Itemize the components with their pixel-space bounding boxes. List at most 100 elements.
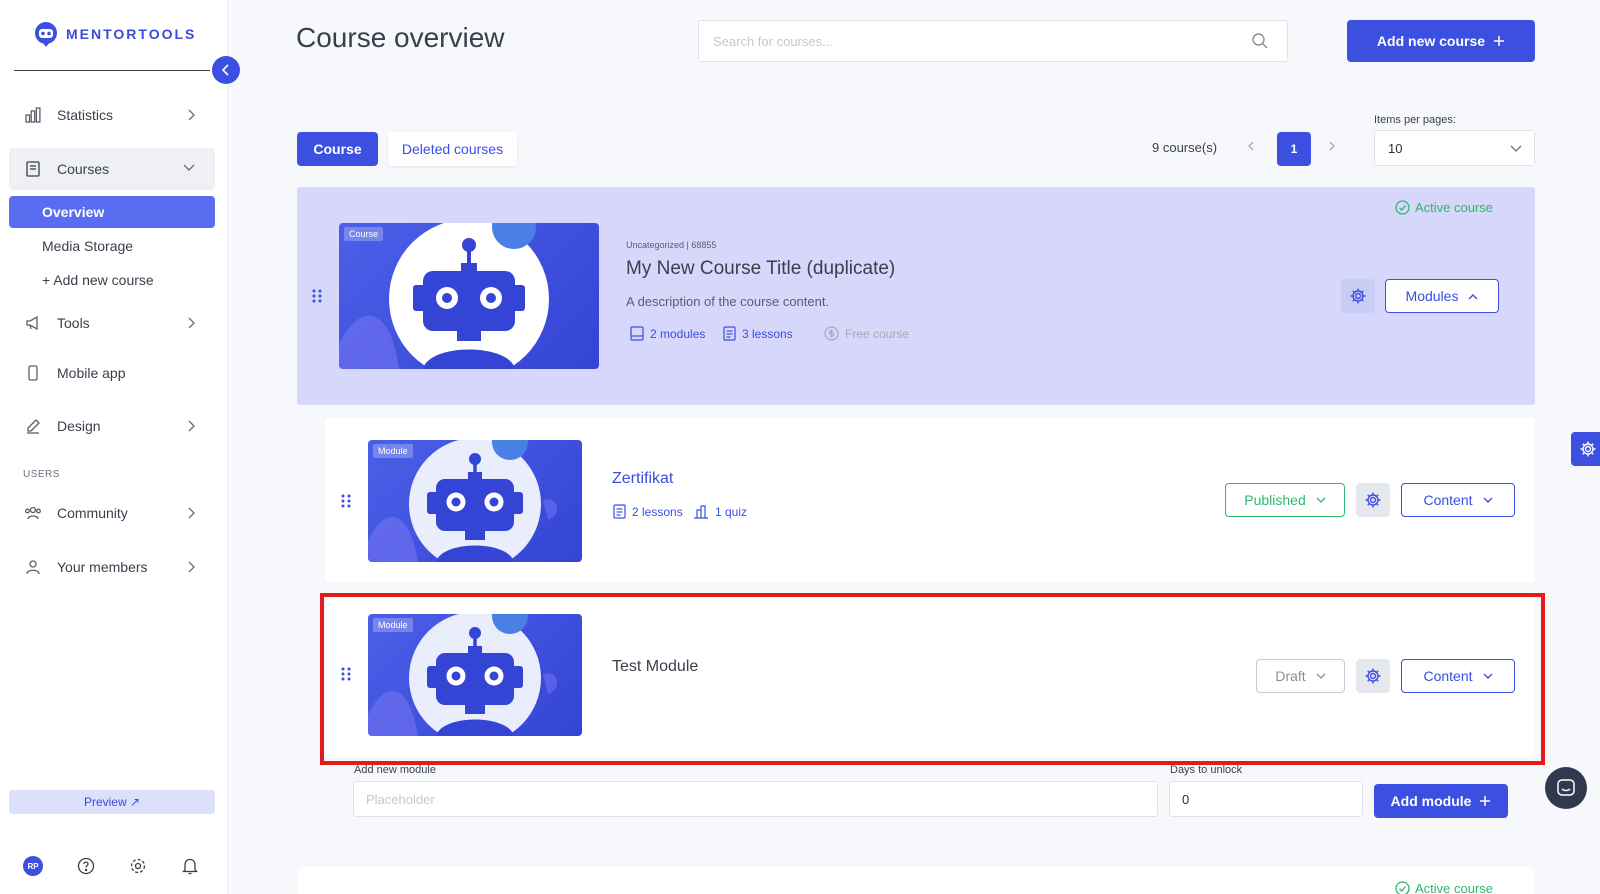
sidebar-item-mobile-app[interactable]: Mobile app bbox=[9, 352, 215, 394]
lessons-count-label: 2 lessons bbox=[632, 504, 683, 519]
check-circle-icon bbox=[1395, 200, 1410, 215]
add-new-course-button[interactable]: Add new course bbox=[1347, 20, 1535, 62]
lesson-icon bbox=[613, 504, 626, 519]
settings-gear-icon[interactable] bbox=[126, 854, 150, 878]
items-per-page-select[interactable]: 10 bbox=[1374, 130, 1535, 166]
side-settings-button[interactable] bbox=[1571, 432, 1600, 466]
module-content-button[interactable]: Content bbox=[1401, 483, 1515, 517]
sidebar-item-label: Statistics bbox=[57, 107, 114, 123]
module-settings-button[interactable] bbox=[1356, 659, 1390, 693]
chevron-down-icon bbox=[1316, 497, 1326, 504]
sidebar-item-statistics[interactable]: Statistics bbox=[9, 94, 215, 136]
thumbnail-tag: Module bbox=[373, 444, 413, 458]
active-course-status: Active course bbox=[1395, 881, 1493, 894]
search-icon[interactable] bbox=[1251, 32, 1269, 50]
course-settings-button[interactable] bbox=[1341, 279, 1375, 313]
module-icon bbox=[630, 326, 644, 341]
active-course-status: Active course bbox=[1395, 200, 1493, 215]
module-title[interactable]: Test Module bbox=[612, 658, 698, 676]
drag-handle-icon[interactable] bbox=[341, 494, 351, 508]
course-title[interactable]: My New Course Title (duplicate) bbox=[626, 258, 895, 280]
add-module-button[interactable]: Add module bbox=[1374, 784, 1508, 818]
pagination-page-1[interactable]: 1 bbox=[1277, 132, 1311, 166]
module-quiz-count[interactable]: 1 quiz bbox=[693, 504, 747, 519]
chevron-down-icon bbox=[1510, 145, 1522, 153]
sidebar-item-your-members[interactable]: Your members bbox=[9, 546, 215, 588]
thumbnail-tag: Module bbox=[373, 618, 413, 632]
pagination-next-icon[interactable] bbox=[1329, 141, 1335, 151]
smartphone-icon bbox=[23, 365, 43, 381]
course-count: 9 course(s) bbox=[1152, 140, 1218, 155]
drag-handle-icon[interactable] bbox=[341, 667, 351, 681]
sidebar: MENTORTOOLS Statistics Courses Overview … bbox=[0, 0, 228, 894]
module-card-zertifikat: Module Zertifikat 2 lessons 1 quiz Publi… bbox=[325, 418, 1535, 582]
content-button-label: Content bbox=[1423, 492, 1473, 508]
course-lessons-count[interactable]: 3 lessons bbox=[723, 326, 793, 341]
modules-toggle-button[interactable]: Modules bbox=[1385, 279, 1499, 313]
course-modules-count[interactable]: 2 modules bbox=[630, 326, 705, 341]
section-label-users: USERS bbox=[23, 469, 60, 480]
chevron-up-icon bbox=[1468, 293, 1478, 300]
brand-name: MENTORTOOLS bbox=[66, 26, 197, 42]
quiz-count-label: 1 quiz bbox=[715, 504, 748, 519]
pagination-prev-icon[interactable] bbox=[1248, 141, 1254, 151]
bar-chart-icon bbox=[23, 107, 43, 123]
thumbnail-tag: Course bbox=[344, 227, 384, 241]
chevron-down-icon bbox=[1316, 673, 1326, 680]
chevron-down-icon bbox=[183, 163, 195, 171]
page-title: Course overview bbox=[296, 22, 505, 53]
search-input[interactable] bbox=[699, 21, 1287, 61]
avatar-initials: RP bbox=[23, 856, 43, 876]
users-icon bbox=[23, 505, 43, 521]
module-title[interactable]: Zertifikat bbox=[612, 470, 673, 488]
status-label: Draft bbox=[1275, 668, 1306, 684]
book-icon bbox=[23, 161, 43, 177]
module-thumbnail[interactable]: Module bbox=[368, 440, 582, 562]
help-icon[interactable] bbox=[74, 854, 98, 878]
divider bbox=[14, 70, 210, 71]
sidebar-item-tools[interactable]: Tools bbox=[9, 302, 215, 344]
status-label: Published bbox=[1244, 492, 1306, 508]
chat-button[interactable] bbox=[1545, 767, 1587, 809]
module-status-dropdown[interactable]: Draft bbox=[1256, 659, 1345, 693]
brand-logo[interactable]: MENTORTOOLS bbox=[32, 20, 196, 48]
price-label: Free course bbox=[845, 326, 910, 341]
collapse-sidebar-button[interactable] bbox=[212, 56, 240, 84]
sidebar-item-courses[interactable]: Courses bbox=[9, 148, 215, 190]
coin-icon bbox=[824, 326, 839, 341]
course-thumbnail[interactable]: Course bbox=[339, 223, 599, 369]
gear-icon bbox=[1364, 491, 1382, 509]
module-settings-button[interactable] bbox=[1356, 483, 1390, 517]
course-category-id: Uncategorized | 68855 bbox=[626, 240, 717, 250]
sidebar-sub-media-storage[interactable]: Media Storage bbox=[9, 230, 215, 262]
chevron-right-icon bbox=[187, 317, 195, 329]
items-per-page-label: Items per pages: bbox=[1374, 114, 1456, 126]
module-thumbnail[interactable]: Module bbox=[368, 614, 582, 736]
bell-icon[interactable] bbox=[178, 854, 202, 878]
preview-button[interactable]: Preview ↗ bbox=[9, 790, 215, 814]
avatar[interactable]: RP bbox=[21, 854, 45, 878]
module-name-input[interactable] bbox=[354, 782, 1157, 816]
chevron-right-icon bbox=[187, 507, 195, 519]
drag-handle-icon[interactable] bbox=[312, 289, 322, 303]
tab-course[interactable]: Course bbox=[297, 132, 378, 166]
sidebar-sub-overview[interactable]: Overview bbox=[9, 196, 215, 228]
pencil-icon bbox=[23, 418, 43, 434]
check-circle-icon bbox=[1395, 881, 1410, 894]
sidebar-sub-add-new-course[interactable]: + Add new course bbox=[9, 264, 215, 296]
add-module-name-label: Add new module bbox=[354, 764, 436, 776]
module-content-button[interactable]: Content bbox=[1401, 659, 1515, 693]
sidebar-item-design[interactable]: Design bbox=[9, 405, 215, 447]
module-lessons-count[interactable]: 2 lessons bbox=[613, 504, 683, 519]
robot-illustration-icon bbox=[368, 614, 582, 736]
days-to-unlock-input[interactable] bbox=[1170, 782, 1362, 816]
course-price: Free course bbox=[824, 326, 909, 341]
robot-illustration-icon bbox=[368, 440, 582, 562]
sidebar-item-community[interactable]: Community bbox=[9, 492, 215, 534]
gear-icon bbox=[1364, 667, 1382, 685]
sidebar-item-label: Courses bbox=[57, 161, 110, 177]
module-status-dropdown[interactable]: Published bbox=[1225, 483, 1345, 517]
days-to-unlock-field bbox=[1169, 781, 1363, 817]
tab-deleted-courses[interactable]: Deleted courses bbox=[388, 132, 517, 166]
robot-illustration-icon bbox=[339, 223, 599, 369]
